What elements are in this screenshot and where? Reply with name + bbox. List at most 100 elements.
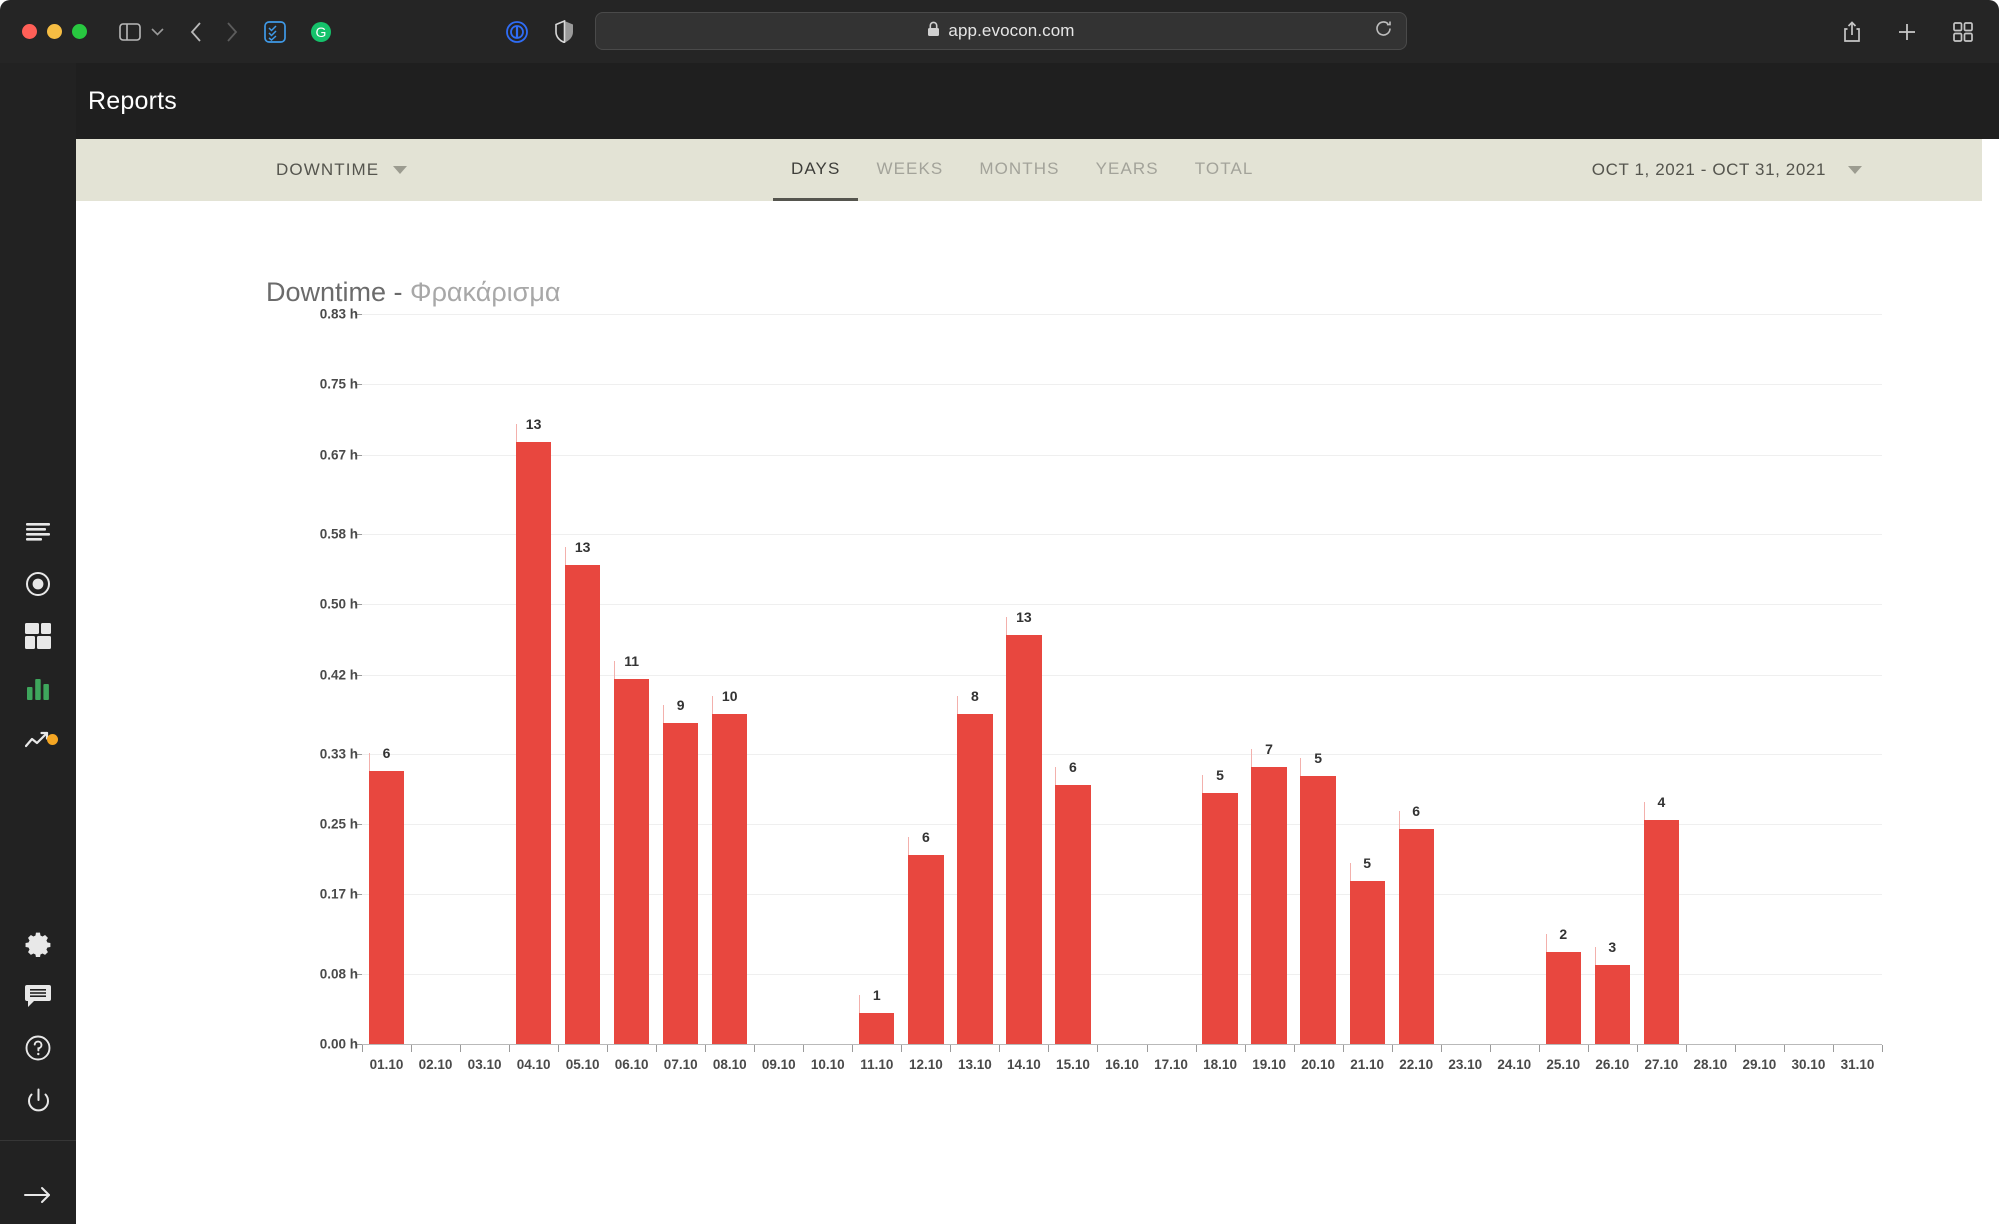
bar-value-label: 13 [525,415,542,432]
bar[interactable] [1202,793,1238,1044]
x-axis-tick-label: 02.10 [418,1057,453,1072]
forward-chevron-icon[interactable] [226,21,238,42]
bar-slot: 13 [515,314,552,1044]
sidebar-item-help[interactable] [0,1022,76,1074]
sidebar-expand-button[interactable] [0,1169,76,1221]
y-axis-tick-label: 0.33 h [319,746,358,762]
tab-days[interactable]: DAYS [773,139,859,201]
x-axis-tick [1146,1045,1148,1052]
bar-value-label: 7 [1265,740,1273,757]
address-bar[interactable]: app.evocon.com [595,12,1407,50]
reload-icon[interactable] [1375,20,1392,42]
close-window-button[interactable] [22,24,37,39]
bar[interactable] [1349,881,1385,1044]
x-axis-tick-label: 20.10 [1301,1057,1336,1072]
x-axis-tick-label: 31.10 [1840,1057,1875,1072]
bar[interactable] [1055,784,1091,1044]
x-axis-tick [1538,1045,1540,1052]
y-axis-tick-label: 0.00 h [319,1036,358,1052]
plus-icon[interactable] [1897,22,1917,42]
bar[interactable] [1300,775,1336,1044]
bar-slot: 13 [1006,314,1042,1044]
bar-slot: 6 [1055,314,1091,1044]
bar-slot: 9 [663,314,699,1044]
chevron-down-icon[interactable] [151,24,164,39]
x-axis-tick [1636,1045,1638,1052]
sidebar-item-dashboard[interactable] [0,610,76,662]
x-axis-tick-label: 12.10 [908,1057,943,1072]
tab-weeks[interactable]: WEEKS [858,139,961,201]
bar[interactable] [663,722,699,1044]
bar[interactable] [1545,951,1581,1044]
bar[interactable] [1251,766,1287,1044]
tab-years[interactable]: YEARS [1078,139,1177,201]
x-axis-tick [1342,1045,1344,1052]
bar-stem [515,423,517,442]
sidebar-item-live[interactable] [0,558,76,610]
sidebar-item-logout[interactable] [0,1074,76,1126]
minimize-window-button[interactable] [47,24,62,39]
bar[interactable] [515,441,552,1044]
sidebar-item-settings[interactable] [0,918,76,970]
x-axis-tick [705,1045,707,1052]
back-chevron-icon[interactable] [190,21,202,42]
sidebar-item-trends[interactable] [0,714,76,766]
bar-slot: 6 [1398,314,1434,1044]
period-tabs: DAYS WEEKS MONTHS YEARS TOTAL [773,139,1271,201]
shield-icon[interactable] [555,20,574,43]
metric-select[interactable]: DOWNTIME [276,160,408,180]
x-axis-tick [852,1045,854,1052]
bar[interactable] [614,679,650,1044]
chart-card: Downtime - Φρακάρισμα 0.00 h 0.08 h 0.17 h… [76,201,1982,1224]
y-axis-tick-label: 0.50 h [319,596,358,612]
bar[interactable] [908,854,944,1044]
bar[interactable] [1594,964,1630,1044]
chart-plot-area: 0.00 h 0.08 h 0.17 h 0.25 h 0.33 h 0.42 h 0.50… [266,307,1886,1079]
bar-value-label: 6 [1069,758,1077,775]
sidebar-toggle-icon[interactable] [119,22,141,41]
tab-overview-icon[interactable] [1953,21,1973,42]
bar[interactable] [957,714,993,1044]
bar[interactable] [859,1013,895,1044]
bar-stem [1006,617,1008,636]
bar-value-label: 13 [1016,609,1032,626]
share-icon[interactable] [1843,20,1861,43]
x-axis-tick-label: 30.10 [1791,1057,1826,1072]
x-axis-tick-label: 19.10 [1252,1057,1286,1072]
bar-value-label: 11 [624,653,640,669]
tab-total[interactable]: TOTAL [1177,139,1272,201]
sidebar-item-reports[interactable] [0,662,76,714]
x-axis-tick [1440,1045,1442,1052]
bar[interactable] [564,564,601,1044]
y-axis-tick-label: 0.17 h [319,886,358,902]
bar[interactable] [368,771,405,1044]
bar-slot: 8 [957,314,993,1044]
bar-stem [1398,810,1400,829]
chart-bars: 6 13 13 11 9 10 1 6 8 13 6 5 7 5 5 6 2 3 4 [362,314,1882,1044]
bar-value-label: 5 [1314,749,1323,766]
y-axis-tick-label: 0.58 h [319,526,358,542]
bar[interactable] [1643,819,1679,1044]
svg-text:G: G [316,24,327,40]
grammarly-extension-icon[interactable]: G [310,21,332,43]
bar-stem [1202,775,1204,794]
bar-slot: 10 [712,314,748,1044]
bar[interactable] [1398,828,1434,1044]
y-axis-tick-label: 0.25 h [319,816,358,832]
todoist-extension-icon[interactable] [264,20,286,43]
privacy-badger-icon[interactable] [505,20,529,44]
bar[interactable] [1006,635,1042,1044]
bar-stem [1251,748,1253,767]
bar[interactable] [712,714,748,1044]
maximize-window-button[interactable] [72,24,87,39]
sidebar-item-messages[interactable] [0,970,76,1022]
date-range-picker[interactable]: OCT 1, 2021 - OCT 31, 2021 [1592,160,1862,180]
y-axis-tick-label: 0.08 h [319,966,358,982]
x-axis-tick-label: 04.10 [516,1057,551,1072]
bar-slot: 5 [1202,314,1238,1044]
chart-x-axis: 01.10 02.10 03.10 04.10 05.10 06.10 07.10 08.10… [362,1045,1883,1085]
list-lines-icon [26,523,50,541]
tab-months[interactable]: MONTHS [961,139,1077,201]
sidebar-item-shiftlog[interactable] [0,506,76,558]
x-axis-tick [950,1045,952,1052]
